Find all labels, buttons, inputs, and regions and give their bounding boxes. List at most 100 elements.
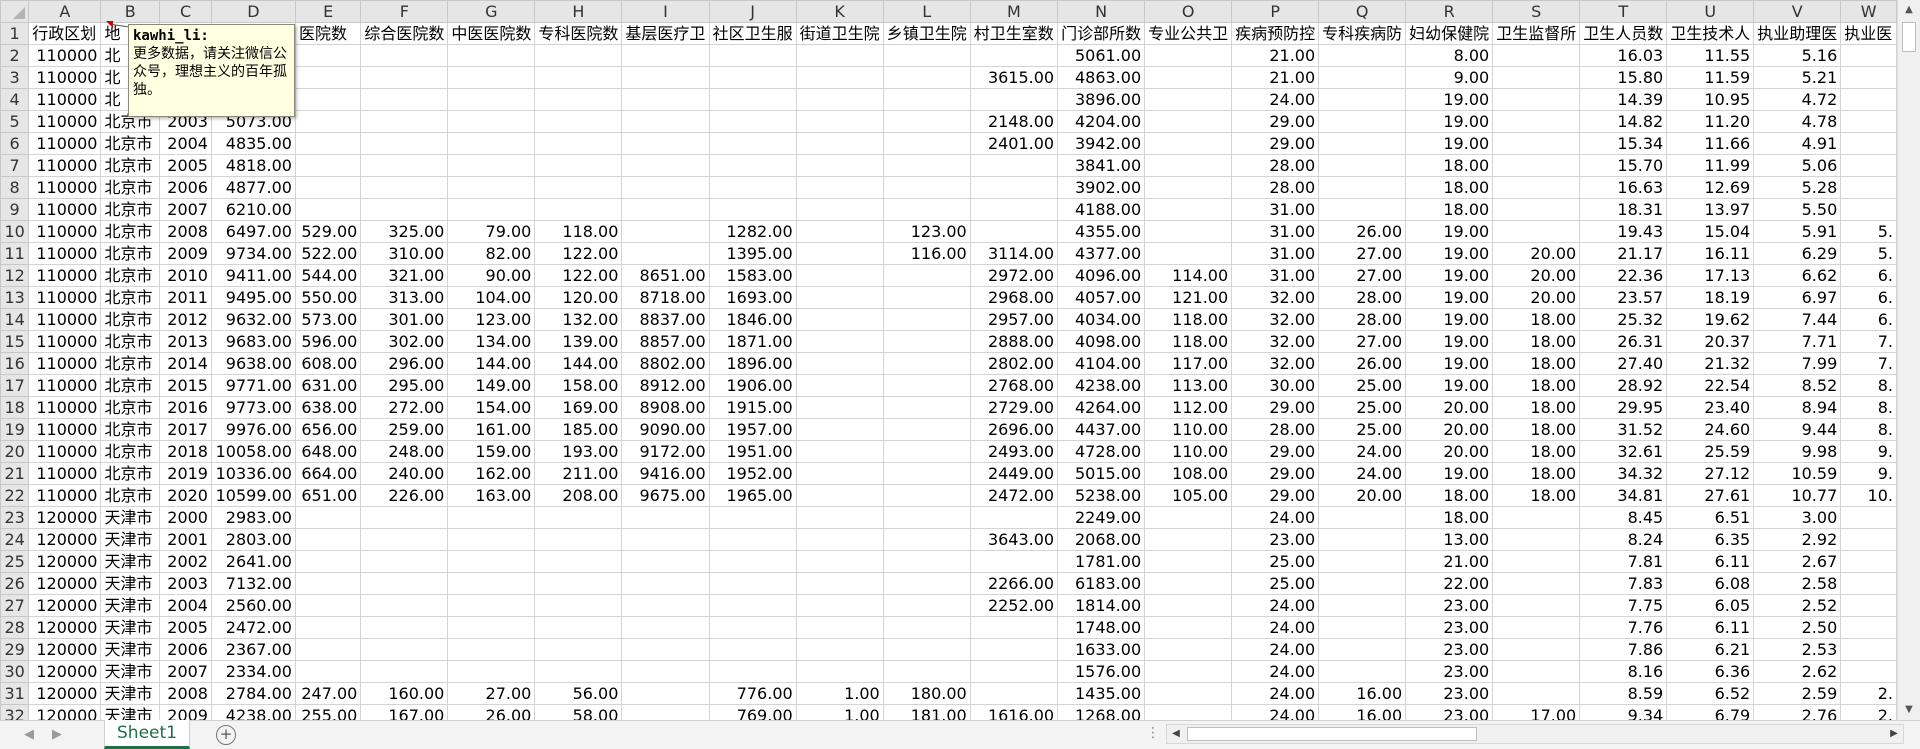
table-cell[interactable]: 120000 <box>28 506 102 529</box>
table-cell[interactable]: 24.00 <box>1231 616 1320 639</box>
table-cell[interactable]: 23.00 <box>1405 616 1494 639</box>
table-cell[interactable]: 24.00 <box>1231 638 1320 661</box>
table-cell[interactable]: 天津市 <box>100 638 161 661</box>
table-cell[interactable] <box>795 330 884 353</box>
table-cell[interactable]: 1915.00 <box>708 396 797 419</box>
table-cell[interactable]: 8.24 <box>1579 528 1668 551</box>
table-cell[interactable] <box>1840 44 1897 67</box>
table-cell[interactable]: 24.00 <box>1231 704 1320 720</box>
table-cell[interactable]: 4835.00 <box>210 132 296 155</box>
table-cell[interactable] <box>882 462 971 485</box>
table-cell[interactable] <box>1144 220 1233 243</box>
table-cell[interactable]: 18.00 <box>1492 418 1581 441</box>
table-cell[interactable]: 6.35 <box>1666 528 1755 551</box>
table-cell[interactable]: 21.00 <box>1405 550 1494 573</box>
table-cell[interactable]: 18.00 <box>1492 308 1581 331</box>
table-cell[interactable]: 2.92 <box>1753 528 1842 551</box>
table-cell[interactable] <box>795 286 884 309</box>
table-cell[interactable]: 8.94 <box>1753 396 1842 419</box>
table-cell[interactable]: 1616.00 <box>969 704 1059 720</box>
table-cell[interactable]: 2.59 <box>1753 682 1842 705</box>
table-cell[interactable]: 544.00 <box>294 264 362 287</box>
table-cell[interactable] <box>1144 704 1233 720</box>
table-cell[interactable]: 24.00 <box>1231 88 1320 111</box>
table-cell[interactable]: 23.00 <box>1405 594 1494 617</box>
table-cell[interactable]: 116.00 <box>882 242 971 265</box>
table-cell[interactable] <box>1318 88 1407 111</box>
table-cell[interactable]: 19.00 <box>1405 242 1494 265</box>
table-cell[interactable] <box>1144 528 1233 551</box>
table-cell[interactable]: 天津市 <box>100 572 161 595</box>
table-cell[interactable] <box>1492 88 1581 111</box>
vertical-scroll-thumb[interactable] <box>1902 22 1916 52</box>
table-cell[interactable]: 110000 <box>28 132 102 155</box>
table-cell[interactable] <box>795 132 884 155</box>
table-cell[interactable] <box>1318 110 1407 133</box>
table-cell[interactable]: 8.45 <box>1579 506 1668 529</box>
table-cell[interactable]: 18.00 <box>1492 440 1581 463</box>
table-cell[interactable]: 4728.00 <box>1057 440 1146 463</box>
table-cell[interactable]: 10.95 <box>1666 88 1755 111</box>
table-cell[interactable]: 2008 <box>159 220 212 243</box>
table-cell[interactable]: 27.00 <box>1318 242 1407 265</box>
table-cell[interactable]: 82.00 <box>447 242 536 265</box>
table-cell[interactable] <box>882 506 971 529</box>
table-cell[interactable] <box>882 440 971 463</box>
table-cell[interactable]: 596.00 <box>294 330 362 353</box>
table-cell[interactable]: 18.00 <box>1492 352 1581 375</box>
table-cell[interactable]: 28.00 <box>1318 286 1407 309</box>
table-cell[interactable]: 北京市 <box>100 198 161 221</box>
row-header[interactable]: 26 <box>0 572 30 595</box>
scroll-up-arrow-icon[interactable]: ▲ <box>1898 0 1920 20</box>
table-cell[interactable]: 6.62 <box>1753 264 1842 287</box>
table-cell[interactable]: 9. <box>1840 462 1897 485</box>
table-cell[interactable]: 8.16 <box>1579 660 1668 683</box>
table-cell[interactable] <box>534 594 623 617</box>
table-cell[interactable]: 1.00 <box>795 682 884 705</box>
table-cell[interactable]: 北京市 <box>100 154 161 177</box>
row-header[interactable]: 32 <box>0 704 30 720</box>
table-cell[interactable]: 2008 <box>159 682 212 705</box>
table-cell[interactable]: 31.52 <box>1579 418 1668 441</box>
table-cell[interactable]: 14.82 <box>1579 110 1668 133</box>
table-cell[interactable] <box>294 176 362 199</box>
table-cell[interactable] <box>882 330 971 353</box>
table-cell[interactable]: 19.00 <box>1405 220 1494 243</box>
table-cell[interactable]: 9.44 <box>1753 418 1842 441</box>
table-cell[interactable]: 79.00 <box>447 220 536 243</box>
row-header[interactable]: 8 <box>0 176 30 199</box>
table-cell[interactable]: 2.53 <box>1753 638 1842 661</box>
table-cell[interactable]: 29.00 <box>1231 484 1320 507</box>
table-cell[interactable] <box>1840 176 1897 199</box>
table-cell[interactable] <box>621 242 710 265</box>
table-cell[interactable]: 疾病预防控 <box>1231 22 1320 45</box>
table-cell[interactable]: 10599.00 <box>210 484 296 507</box>
table-cell[interactable]: 7. <box>1840 352 1897 375</box>
table-cell[interactable]: 25.00 <box>1318 418 1407 441</box>
table-cell[interactable] <box>360 66 449 89</box>
table-cell[interactable] <box>621 220 710 243</box>
table-cell[interactable] <box>1144 88 1233 111</box>
table-cell[interactable]: 18.19 <box>1666 286 1755 309</box>
table-cell[interactable]: 2.67 <box>1753 550 1842 573</box>
table-cell[interactable]: 北京市 <box>100 352 161 375</box>
table-cell[interactable]: 132.00 <box>534 308 623 331</box>
table-cell[interactable]: 240.00 <box>360 462 449 485</box>
table-cell[interactable]: 2001 <box>159 528 212 551</box>
table-cell[interactable] <box>1840 594 1897 617</box>
table-cell[interactable]: 24.00 <box>1231 594 1320 617</box>
table-cell[interactable] <box>1144 506 1233 529</box>
table-cell[interactable] <box>882 154 971 177</box>
row-header[interactable]: 19 <box>0 418 30 441</box>
table-cell[interactable]: 259.00 <box>360 418 449 441</box>
table-cell[interactable]: 26.31 <box>1579 330 1668 353</box>
table-cell[interactable] <box>882 616 971 639</box>
table-cell[interactable]: 2. <box>1840 682 1897 705</box>
table-cell[interactable] <box>882 594 971 617</box>
table-cell[interactable]: 9411.00 <box>210 264 296 287</box>
table-cell[interactable]: 2803.00 <box>210 528 296 551</box>
table-cell[interactable] <box>708 506 797 529</box>
table-cell[interactable]: 1906.00 <box>708 374 797 397</box>
table-cell[interactable] <box>621 638 710 661</box>
table-cell[interactable] <box>969 176 1059 199</box>
